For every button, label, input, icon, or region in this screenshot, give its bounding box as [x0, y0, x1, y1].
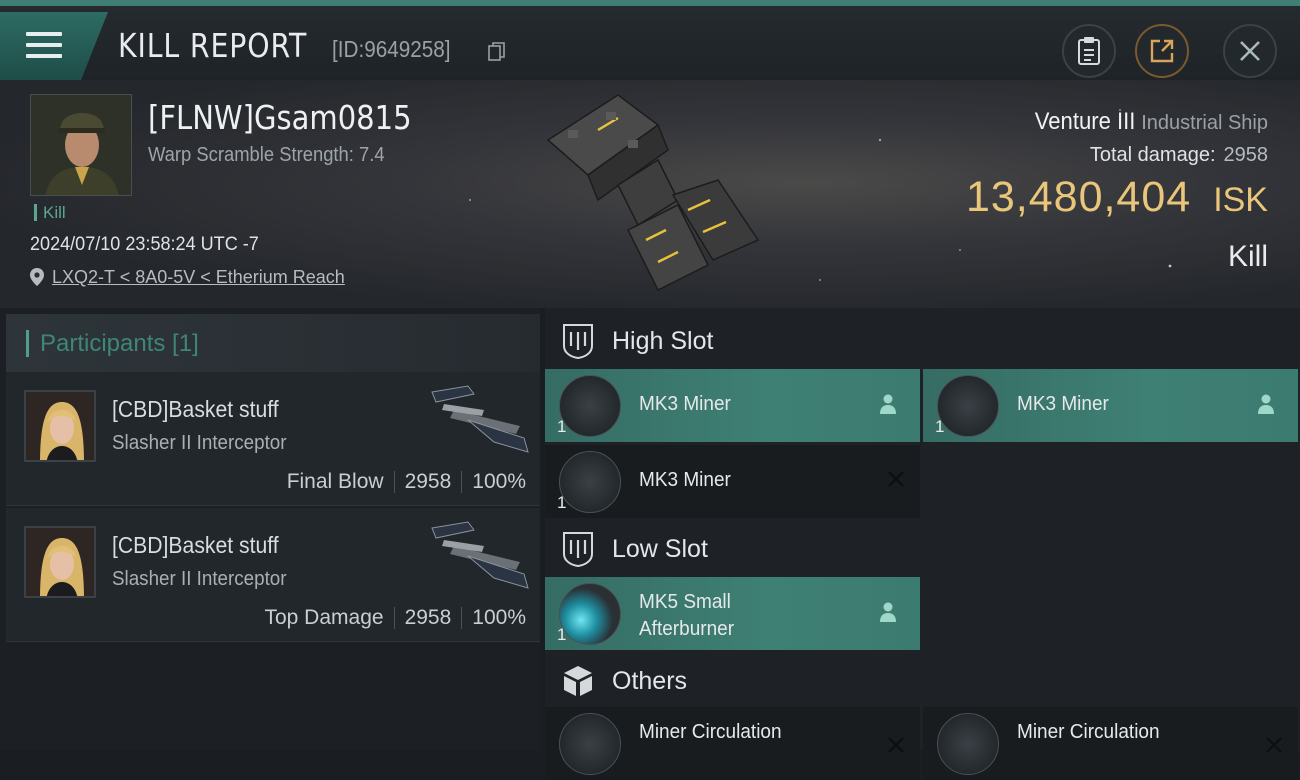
module-name: Miner Circulation: [639, 721, 782, 743]
participant-name[interactable]: [CBD]Basket stuff: [112, 532, 279, 559]
report-id: [ID:9649258]: [332, 36, 451, 62]
victim-portrait[interactable]: [30, 94, 132, 196]
participants-title: Participants [1]: [40, 330, 199, 357]
module-quantity: 1: [557, 625, 567, 644]
copy-icon[interactable]: [488, 42, 506, 62]
share-icon: [1150, 39, 1174, 63]
clipboard-button[interactable]: [1062, 24, 1116, 78]
participant-damage: 2958: [404, 606, 452, 629]
victim-name[interactable]: [FLNW]Gsam0815: [148, 98, 412, 137]
participant-ship: Slasher II Interceptor: [112, 432, 287, 454]
module-slot[interactable]: Miner Circulation: [545, 707, 920, 780]
destroyed-x-icon: [888, 737, 904, 753]
participant-ship-image: [431, 385, 529, 453]
top-bar: KILL REPORT [ID:9649258]: [0, 0, 1300, 80]
miner-module-icon: [559, 375, 621, 437]
module-slot[interactable]: Miner Circulation: [923, 707, 1298, 780]
high-slot-title: High Slot: [612, 327, 714, 355]
isk-loss: 13,480,404 ISK: [966, 173, 1268, 222]
close-button[interactable]: [1223, 24, 1277, 78]
high-slot-header: High Slot: [545, 310, 1300, 370]
warp-scramble-strength: Warp Scramble Strength: 7.4: [148, 144, 385, 166]
cargo-box-icon: [564, 666, 592, 696]
page-title: KILL REPORT: [118, 26, 308, 65]
clipboard-icon: [1078, 37, 1100, 65]
module-quantity: 1: [557, 417, 567, 436]
participants-header: Participants [1]: [6, 314, 540, 372]
destroyed-x-icon: [888, 471, 904, 487]
high-slot-icon: [563, 324, 593, 360]
ship-name[interactable]: Venture III: [1035, 108, 1136, 136]
pilot-avatar: [26, 392, 94, 460]
module-name: MK5 Small Afterburner: [639, 591, 735, 640]
module-slot[interactable]: 1 MK3 Miner: [545, 369, 920, 442]
victim-ship-image: [546, 94, 760, 292]
low-slot-title: Low Slot: [612, 535, 708, 563]
participant-percent: 100%: [472, 470, 526, 493]
dropped-person-icon: [880, 602, 896, 622]
total-damage: Total damage: 2958: [966, 144, 1268, 167]
location-pin-icon: [30, 268, 44, 286]
destroyed-x-icon: [1266, 737, 1282, 753]
kill-result: Kill: [1227, 240, 1268, 273]
others-title: Others: [612, 667, 688, 695]
location-link[interactable]: LXQ2-T < 8A0-5V < Etherium Reach: [52, 267, 345, 287]
afterburner-module-icon: [559, 583, 621, 645]
participant-ship: Slasher II Interceptor: [112, 568, 287, 590]
isk-unit: ISK: [1213, 181, 1268, 219]
participant-role: Final Blow: [286, 470, 384, 493]
participant-stats: Final Blow 2958 100%: [287, 470, 526, 494]
ship-info: Venture III Industrial Ship Total damage:…: [966, 108, 1268, 274]
participants-panel: Participants [1] [CBD]Basket stuff Slash…: [0, 308, 540, 750]
module-quantity: 1: [557, 493, 567, 512]
miner-circulation-icon: [937, 713, 999, 775]
module-quantity: 1: [935, 417, 945, 436]
pilot-avatar: [26, 528, 94, 596]
kill-summary: [FLNW]Gsam0815 Warp Scramble Strength: 7…: [0, 80, 1300, 308]
close-icon: [1240, 41, 1260, 61]
total-damage-label: Total damage:: [1089, 144, 1216, 166]
isk-value: 13,480,404: [965, 173, 1192, 221]
participant-row[interactable]: [CBD]Basket stuff Slasher II Interceptor…: [6, 508, 540, 642]
module-slot[interactable]: 1 MK3 Miner: [545, 445, 920, 518]
dropped-person-icon: [1258, 394, 1274, 414]
miner-module-icon: [559, 451, 621, 513]
participant-damage: 2958: [404, 470, 452, 493]
total-damage-value: 2958: [1223, 144, 1269, 166]
low-slot-icon: [563, 532, 593, 568]
miner-module-icon: [937, 375, 999, 437]
module-slot[interactable]: 1 MK5 Small Afterburner: [545, 577, 920, 650]
pilot-avatar: [31, 95, 131, 195]
participant-name[interactable]: [CBD]Basket stuff: [112, 396, 279, 423]
miner-circulation-icon: [559, 713, 621, 775]
module-slot[interactable]: 1 MK3 Miner: [923, 369, 1298, 442]
ship-class: Industrial Ship: [1141, 112, 1268, 134]
menu-icon: [26, 32, 62, 60]
participant-row[interactable]: [CBD]Basket stuff Slasher II Interceptor…: [6, 372, 540, 506]
participant-stats: Top Damage 2958 100%: [264, 606, 526, 630]
fitting-panel: High Slot 1 MK3 Miner 1 MK3 Miner 1 MK3 …: [545, 308, 1300, 780]
menu-button[interactable]: [0, 12, 108, 80]
dropped-person-icon: [880, 394, 896, 414]
participant-percent: 100%: [472, 606, 526, 629]
low-slot-header: Low Slot: [545, 518, 1300, 578]
module-name: MK3 Miner: [1017, 393, 1109, 415]
kill-timestamp: 2024/07/10 23:58:24 UTC -7: [30, 234, 259, 255]
share-button[interactable]: [1135, 24, 1189, 78]
module-name: MK3 Miner: [639, 393, 731, 415]
module-name: MK3 Miner: [639, 469, 731, 491]
participant-ship-image: [431, 521, 529, 589]
participant-avatar[interactable]: [24, 390, 96, 462]
participant-role: Top Damage: [264, 606, 384, 629]
kill-tag: Kill: [34, 204, 66, 221]
participant-avatar[interactable]: [24, 526, 96, 598]
others-header: Others: [545, 650, 1300, 710]
kill-location[interactable]: LXQ2-T < 8A0-5V < Etherium Reach: [30, 267, 345, 288]
module-name: Miner Circulation: [1017, 721, 1160, 743]
